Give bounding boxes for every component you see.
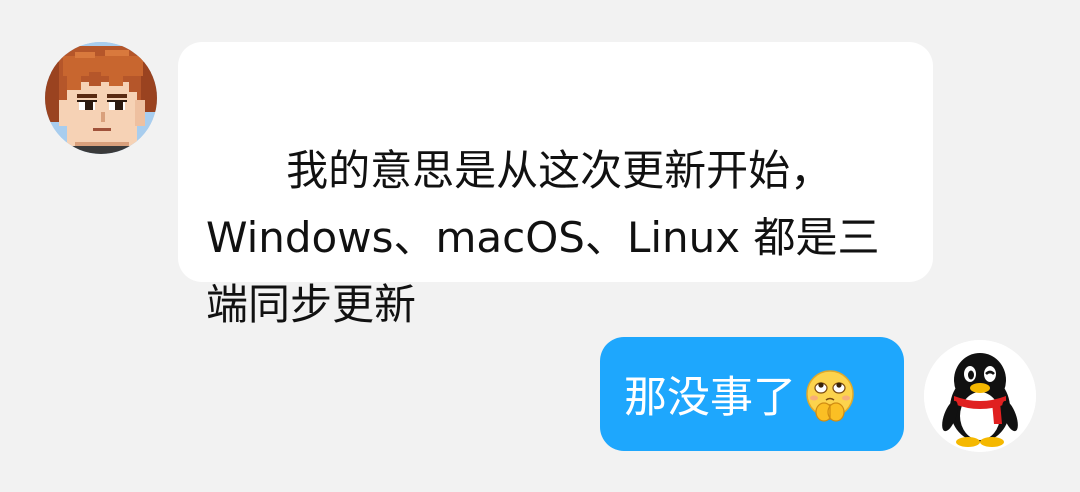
sender-avatar[interactable] (45, 42, 157, 154)
chat-window: 我的意思是从这次更新开始， Windows、macOS、Linux 都是三 端同… (0, 0, 1080, 492)
outgoing-message-bubble[interactable]: 那没事了 (600, 337, 904, 451)
thinking-emoji-icon (802, 368, 858, 424)
outgoing-message-text: 那没事了 (624, 373, 796, 423)
incoming-message-bubble[interactable]: 我的意思是从这次更新开始， Windows、macOS、Linux 都是三 端同… (178, 42, 933, 329)
pixel-boy-avatar-icon (45, 42, 157, 154)
receiver-avatar[interactable] (924, 340, 1036, 452)
qq-penguin-icon (924, 340, 1036, 452)
incoming-message-text: 我的意思是从这次更新开始， Windows、macOS、Linux 都是三 端同… (206, 146, 880, 329)
